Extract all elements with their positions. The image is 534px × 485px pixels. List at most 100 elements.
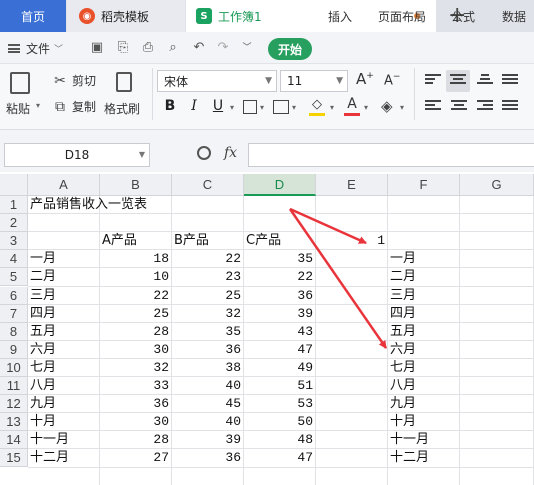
cell-c8-value[interactable]: 35: [172, 323, 243, 341]
border-icon[interactable]: [243, 100, 257, 114]
align-bottom-icon[interactable]: [477, 74, 493, 88]
cell-f4-month[interactable]: 一月: [388, 250, 459, 268]
wrap-icon[interactable]: [502, 74, 518, 88]
paste-dropdown-icon[interactable]: ▾: [36, 101, 40, 110]
row-header-15[interactable]: 15: [0, 449, 28, 468]
cell-a10-month[interactable]: 七月: [28, 359, 99, 377]
cell-f11-month[interactable]: 八月: [388, 377, 459, 395]
cell-c9-value[interactable]: 36: [172, 341, 243, 359]
save-icon[interactable]: ▣: [90, 41, 104, 55]
underline-dropdown-icon[interactable]: ▾: [230, 103, 234, 112]
redo-icon[interactable]: ↷: [216, 41, 230, 55]
column-header-d[interactable]: D: [244, 174, 316, 196]
cell-a8-month[interactable]: 五月: [28, 323, 99, 341]
cell-b10-value[interactable]: 32: [100, 359, 171, 377]
cell-style-icon[interactable]: [273, 100, 289, 114]
cell-b15-value[interactable]: 27: [100, 449, 171, 467]
cell-d10-value[interactable]: 49: [244, 359, 315, 377]
row-header-13[interactable]: 13: [0, 413, 28, 432]
cell-f12-month[interactable]: 九月: [388, 395, 459, 413]
cell-d8-value[interactable]: 43: [244, 323, 315, 341]
select-all-corner[interactable]: [0, 174, 28, 196]
align-left-icon[interactable]: [425, 100, 441, 114]
cell-d9-value[interactable]: 47: [244, 341, 315, 359]
cell-c15-value[interactable]: 36: [172, 449, 243, 467]
clear-format-icon[interactable]: ◈: [381, 97, 393, 115]
column-header-g[interactable]: G: [460, 174, 534, 196]
quick-access-more-icon[interactable]: ﹀: [240, 41, 254, 55]
column-header-b[interactable]: B: [100, 174, 172, 196]
align-center-icon[interactable]: [451, 100, 467, 114]
print-preview-icon[interactable]: ⌕: [166, 41, 180, 55]
cell-style-dropdown-icon[interactable]: ▾: [292, 103, 296, 112]
cell-c3-header[interactable]: B产品: [172, 232, 243, 250]
bold-button[interactable]: B: [162, 97, 178, 115]
cell-f6-month[interactable]: 三月: [388, 287, 459, 305]
print-icon[interactable]: ⎙: [141, 41, 155, 55]
row-header-5[interactable]: 5: [0, 268, 28, 287]
format-painter-button[interactable]: 格式刷: [104, 70, 144, 118]
cell-a12-month[interactable]: 九月: [28, 395, 99, 413]
undo-icon[interactable]: ↶: [192, 41, 206, 55]
cell-c4-value[interactable]: 22: [172, 250, 243, 268]
cell-d15-value[interactable]: 47: [244, 449, 315, 467]
row-header-3[interactable]: 3: [0, 232, 28, 251]
row-header-2[interactable]: 2: [0, 214, 28, 233]
font-name-select[interactable]: 宋体 ▼: [157, 70, 277, 92]
tab-insert[interactable]: 插入: [328, 0, 352, 32]
cell-a5-month[interactable]: 二月: [28, 268, 99, 286]
cell-b13-value[interactable]: 30: [100, 413, 171, 431]
tab-start[interactable]: 开始: [268, 38, 312, 60]
formula-input[interactable]: [248, 143, 534, 167]
cell-a13-month[interactable]: 十月: [28, 413, 99, 431]
row-header-1[interactable]: 1: [0, 196, 28, 215]
row-header-6[interactable]: 6: [0, 286, 28, 305]
cell-c6-value[interactable]: 25: [172, 287, 243, 305]
align-right-icon[interactable]: [477, 100, 493, 114]
column-header-a[interactable]: A: [28, 174, 100, 196]
font-color-dropdown-icon[interactable]: ▾: [364, 103, 368, 112]
font-color-button[interactable]: A: [344, 96, 360, 116]
row-header-7[interactable]: 7: [0, 304, 28, 323]
cell-a1-title[interactable]: 产品销售收入一览表: [28, 196, 243, 214]
cell-a15-month[interactable]: 十二月: [28, 449, 99, 467]
cell-b6-value[interactable]: 22: [100, 287, 171, 305]
row-header-12[interactable]: 12: [0, 395, 28, 414]
cell-f5-month[interactable]: 二月: [388, 268, 459, 286]
column-header-e[interactable]: E: [316, 174, 388, 196]
row-header-9[interactable]: 9: [0, 340, 28, 359]
cut-button[interactable]: ✂ 剪切: [52, 72, 96, 89]
cell-f14-month[interactable]: 十一月: [388, 431, 459, 449]
cell-b8-value[interactable]: 28: [100, 323, 171, 341]
cell-d4-value[interactable]: 35: [244, 250, 315, 268]
cell-c13-value[interactable]: 40: [172, 413, 243, 431]
cell-d5-value[interactable]: 22: [244, 268, 315, 286]
name-box[interactable]: D18 ▼: [4, 143, 150, 167]
cell-b7-value[interactable]: 25: [100, 305, 171, 323]
align-top-icon[interactable]: [425, 74, 441, 88]
cell-c12-value[interactable]: 45: [172, 395, 243, 413]
cell-c14-value[interactable]: 39: [172, 431, 243, 449]
cell-b14-value[interactable]: 28: [100, 431, 171, 449]
paste-button[interactable]: 粘贴: [6, 70, 42, 118]
cell-a11-month[interactable]: 八月: [28, 377, 99, 395]
cell-c5-value[interactable]: 23: [172, 268, 243, 286]
cell-e3-value[interactable]: 1: [316, 232, 387, 250]
cell-d13-value[interactable]: 50: [244, 413, 315, 431]
fx-button[interactable]: fx: [224, 145, 237, 161]
shrink-font-button[interactable]: A−: [384, 72, 400, 88]
border-dropdown-icon[interactable]: ▾: [260, 103, 264, 112]
cell-d14-value[interactable]: 48: [244, 431, 315, 449]
cell-f15-month[interactable]: 十二月: [388, 449, 459, 467]
italic-button[interactable]: I: [186, 97, 202, 115]
cell-c10-value[interactable]: 38: [172, 359, 243, 377]
cell-a14-month[interactable]: 十一月: [28, 431, 99, 449]
cell-b12-value[interactable]: 36: [100, 395, 171, 413]
row-header-10[interactable]: 10: [0, 358, 28, 377]
cell-a7-month[interactable]: 四月: [28, 305, 99, 323]
cell-c11-value[interactable]: 40: [172, 377, 243, 395]
cell-b5-value[interactable]: 10: [100, 268, 171, 286]
cell-d12-value[interactable]: 53: [244, 395, 315, 413]
cell-b3-header[interactable]: A产品: [100, 232, 171, 250]
cell-a4-month[interactable]: 一月: [28, 250, 99, 268]
